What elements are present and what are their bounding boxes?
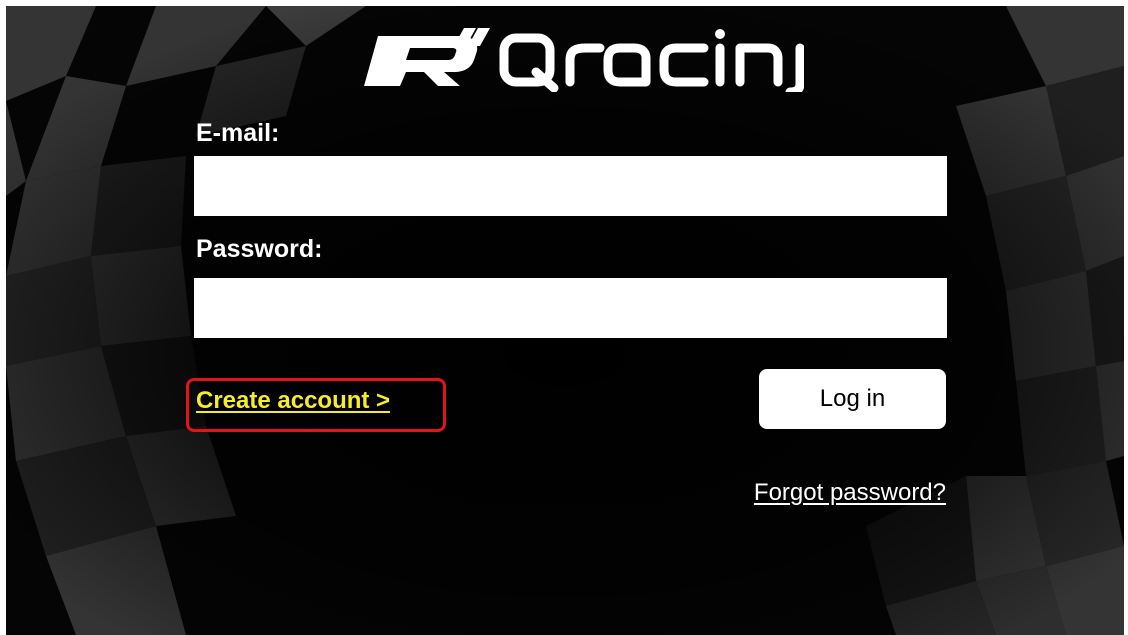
forgot-password-link[interactable]: Forgot password? <box>754 478 946 508</box>
password-field[interactable] <box>194 278 947 338</box>
login-button[interactable]: Log in <box>759 369 946 429</box>
login-screen: E-mail: Password: Create account > Log i… <box>6 6 1124 635</box>
email-label: E-mail: <box>196 119 280 147</box>
rqracing-logo <box>364 28 804 92</box>
create-account-link[interactable]: Create account > <box>196 386 390 416</box>
password-label: Password: <box>196 235 323 263</box>
email-field[interactable] <box>194 156 947 216</box>
